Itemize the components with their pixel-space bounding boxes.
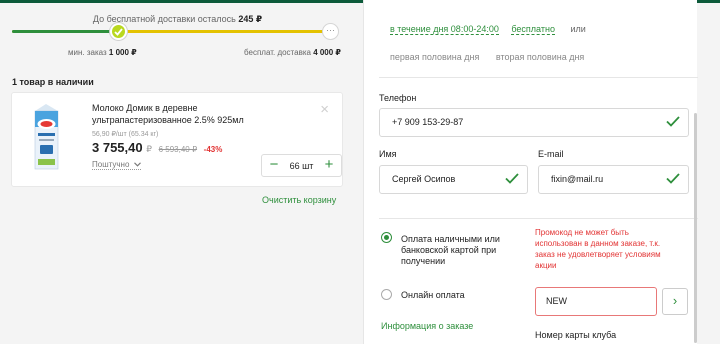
increase-quantity-button[interactable]: + [320, 155, 338, 176]
order-info-link[interactable]: Информация о заказе [381, 321, 473, 331]
discount-badge: -43% [203, 145, 223, 154]
free-delivery-remaining: До бесплатной доставки осталось 245 ₽ [0, 14, 355, 25]
min-order-caption: мин. заказ 1 000 ₽ [68, 48, 137, 57]
phone-valid-check-icon [666, 116, 680, 127]
email-label: E-mail [538, 149, 564, 159]
payment-cash-label[interactable]: Оплата наличными или банковской картой п… [401, 234, 521, 267]
product-image[interactable] [31, 103, 62, 171]
selected-slot-price[interactable]: бесплатно [511, 24, 555, 35]
decrease-quantity-button[interactable]: − [265, 155, 283, 176]
free-delivery-label: бесплат. доставка [244, 48, 311, 57]
free-delivery-caption: бесплат. доставка 4 000 ₽ [244, 48, 341, 57]
name-field[interactable]: Сергей Осипов [379, 165, 528, 194]
slot-option-first-half[interactable]: первая половина дня [390, 52, 479, 62]
selected-slot-time[interactable]: в течение дня 08:00-24:00 [390, 24, 499, 35]
price-row: 3 755,40 ₽ 6 593,40 ₽ -43% [92, 140, 222, 155]
section-divider [379, 218, 698, 219]
delivery-progress-bar [12, 30, 334, 33]
promo-apply-button[interactable]: › [662, 288, 688, 315]
unit-price: 56,90 ₽/шт (65.34 кг) [92, 131, 159, 138]
phone-label: Телефон [379, 93, 417, 103]
club-card-number-label: Номер карты клуба [535, 330, 617, 340]
delivery-slot-options: первая половина дня вторая половина дня [390, 52, 584, 62]
min-order-reached-check-icon [110, 23, 127, 40]
min-order-amount: 1 000 ₽ [108, 48, 137, 57]
phone-value: +7 909 153-29-87 [392, 117, 464, 127]
email-value: fixin@mail.ru [551, 174, 604, 184]
free-delivery-remaining-amount: 245 ₽ [238, 14, 263, 24]
in-stock-heading: 1 товар в наличии [12, 77, 94, 87]
section-divider [379, 77, 698, 78]
payment-cash-radio[interactable] [381, 232, 392, 243]
checkout-panel: в течение дня 08:00-24:00 бесплатно или … [363, 0, 698, 344]
clear-cart-link[interactable]: Очистить корзину [262, 195, 336, 205]
promo-code-input[interactable]: NEW [535, 287, 657, 316]
phone-field[interactable]: +7 909 153-29-87 [379, 108, 689, 137]
delivery-progress-fill [12, 30, 122, 33]
sale-unit-label: Поштучно [92, 160, 130, 169]
name-label: Имя [379, 149, 397, 159]
slot-or-separator: или [570, 24, 586, 34]
delivery-slot-selected[interactable]: в течение дня 08:00-24:00 бесплатно или [390, 24, 586, 35]
old-price: 6 593,40 ₽ [158, 145, 198, 154]
payment-online-radio[interactable] [381, 289, 392, 300]
price-currency: ₽ [146, 144, 152, 154]
slot-option-second-half[interactable]: вторая половина дня [496, 52, 584, 62]
panel-scrollbar[interactable] [694, 113, 697, 343]
remove-item-close-icon[interactable]: × [320, 102, 329, 117]
promo-error-message: Промокод не может быть использован в дан… [535, 228, 661, 270]
name-valid-check-icon [505, 173, 519, 184]
email-valid-check-icon [666, 173, 680, 184]
name-value: Сергей Осипов [392, 174, 456, 184]
sale-unit-dropdown[interactable]: Поштучно [92, 160, 141, 170]
cart-column: До бесплатной доставки осталось 245 ₽ ··… [0, 3, 360, 340]
quantity-stepper: − 66 шт + [261, 154, 342, 177]
checkout-column: в течение дня 08:00-24:00 бесплатно или … [360, 0, 720, 344]
quantity-value[interactable]: 66 шт [284, 161, 319, 171]
payment-online-label[interactable]: Онлайн оплата [401, 290, 465, 301]
min-order-label: мин. заказ [68, 48, 107, 57]
free-delivery-amount: 4 000 ₽ [313, 48, 341, 57]
email-field[interactable]: fixin@mail.ru [538, 165, 689, 194]
free-delivery-remaining-label: До бесплатной доставки осталось [92, 14, 236, 24]
cart-item-card: Молоко Домик в деревне ультрапастеризова… [11, 92, 343, 187]
current-price: 3 755,40 [92, 140, 143, 155]
product-name[interactable]: Молоко Домик в деревне ультрапастеризова… [92, 102, 272, 126]
chevron-down-icon [133, 162, 141, 167]
progress-end-marker: ··· [322, 23, 339, 40]
